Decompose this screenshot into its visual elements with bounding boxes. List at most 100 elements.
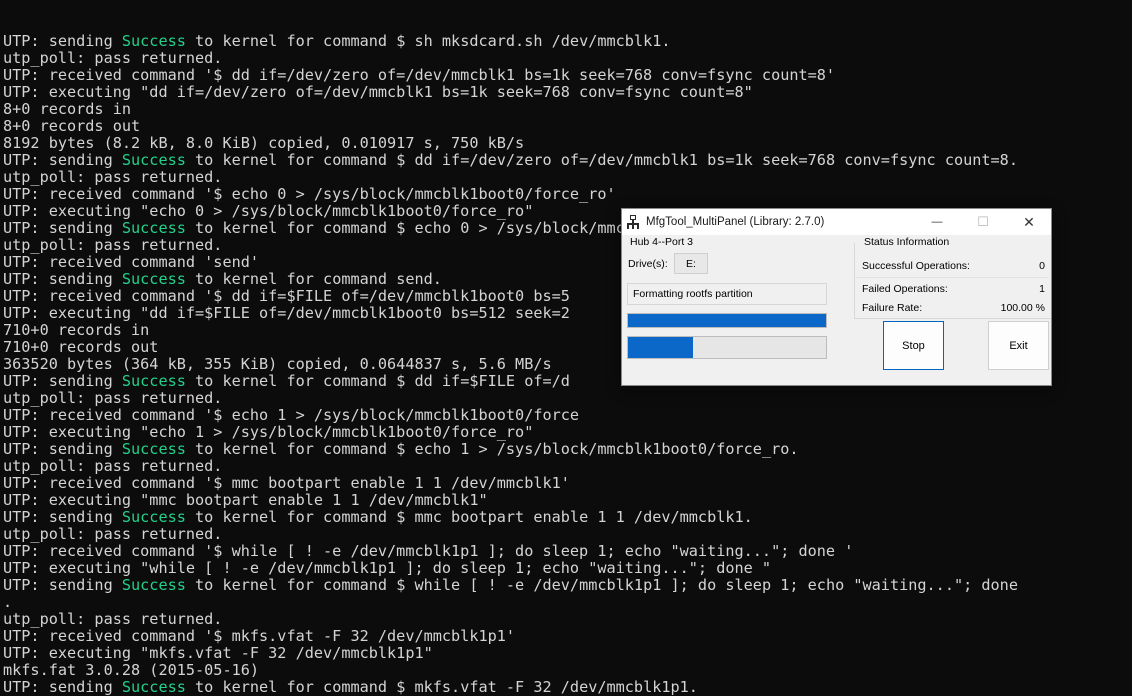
terminal-line: UTP: received command '$ while [ ! -e /d… — [3, 543, 1132, 560]
terminal-text: utp_poll: pass returned. — [3, 168, 223, 186]
terminal-text: UTP: sending — [3, 372, 122, 390]
terminal-line: utp_poll: pass returned. — [3, 50, 1132, 67]
failed-operations-value: 1 — [1039, 283, 1045, 295]
terminal-line: UTP: sending Success to kernel for comma… — [3, 152, 1132, 169]
success-keyword: Success — [121, 576, 186, 594]
hub-port-label: Hub 4--Port 3 — [630, 236, 694, 248]
terminal-line: . — [3, 594, 1132, 611]
terminal-line: UTP: received command '$ dd if=/dev/zero… — [3, 67, 1132, 84]
terminal-text: to kernel for command send. — [185, 270, 442, 288]
terminal-line: UTP: received command '$ echo 1 > /sys/b… — [3, 407, 1132, 424]
terminal-text: utp_poll: pass returned. — [3, 236, 223, 254]
terminal-line: UTP: sending Success to kernel for comma… — [3, 441, 1132, 458]
terminal-text: to kernel for command $ mkfs.vfat -F 32 … — [185, 678, 698, 696]
successful-operations-value: 0 — [1039, 260, 1045, 272]
failure-rate-value: 100.00 % — [1000, 302, 1045, 314]
app-icon — [626, 215, 640, 229]
terminal-line: UTP: sending Success to kernel for comma… — [3, 577, 1132, 594]
exit-button[interactable]: Exit — [988, 321, 1049, 370]
terminal-line: UTP: received command '$ mkfs.vfat -F 32… — [3, 628, 1132, 645]
success-keyword: Success — [121, 440, 186, 458]
terminal-line: utp_poll: pass returned. — [3, 390, 1132, 407]
terminal-text: UTP: received command '$ mkfs.vfat -F 32… — [3, 627, 516, 645]
terminal-line: utp_poll: pass returned. — [3, 611, 1132, 628]
terminal-text: UTP: sending — [3, 678, 122, 696]
terminal-text: UTP: sending — [3, 32, 122, 50]
terminal-line: UTP: sending Success to kernel for comma… — [3, 679, 1132, 696]
terminal-text: 710+0 records out — [3, 338, 159, 356]
successful-operations-label: Successful Operations: — [862, 260, 970, 272]
terminal-line: mkfs.fat 3.0.28 (2015-05-16) — [3, 662, 1132, 679]
terminal-text: utp_poll: pass returned. — [3, 457, 223, 475]
terminal-line: 8+0 records out — [3, 118, 1132, 135]
terminal-text: UTP: sending — [3, 270, 122, 288]
success-keyword: Success — [121, 151, 186, 169]
status-information-label: Status Information — [862, 236, 952, 248]
window-title: MfgTool_MultiPanel (Library: 2.7.0) — [646, 216, 825, 228]
terminal-text: UTP: executing "mkfs.vfat -F 32 /dev/mmc… — [3, 644, 433, 662]
terminal-text: to kernel for command $ dd if=$FILE of=/… — [185, 372, 570, 390]
terminal-text: utp_poll: pass returned. — [3, 389, 223, 407]
terminal-line: UTP: executing "dd if=/dev/zero of=/dev/… — [3, 84, 1132, 101]
terminal-line: utp_poll: pass returned. — [3, 169, 1132, 186]
minimize-icon: — — [931, 216, 943, 228]
terminal-text: mkfs.fat 3.0.28 (2015-05-16) — [3, 661, 260, 679]
minimize-button[interactable]: — — [914, 209, 960, 235]
terminal-line: UTP: executing "mmc bootpart enable 1 1 … — [3, 492, 1132, 509]
terminal-text: to kernel for command $ dd if=/dev/zero … — [185, 151, 1018, 169]
terminal-text: to kernel for command $ echo 1 > /sys/bl… — [185, 440, 799, 458]
title-bar[interactable]: MfgTool_MultiPanel (Library: 2.7.0) — ☐ … — [622, 209, 1051, 235]
terminal-text: UTP: received command 'send' — [3, 253, 260, 271]
terminal-text: UTP: received command '$ while [ ! -e /d… — [3, 542, 854, 560]
success-keyword: Success — [121, 270, 186, 288]
terminal-text: . — [3, 593, 13, 611]
terminal-line: UTP: sending Success to kernel for comma… — [3, 33, 1132, 50]
terminal-text: UTP: received command '$ echo 1 > /sys/b… — [3, 406, 580, 424]
terminal-text: utp_poll: pass returned. — [3, 49, 223, 67]
terminal-line: 8192 bytes (8.2 kB, 8.0 KiB) copied, 0.0… — [3, 135, 1132, 152]
terminal-text: UTP: sending — [3, 219, 122, 237]
terminal-text: 8+0 records out — [3, 117, 141, 135]
terminal-line: UTP: executing "while [ ! -e /dev/mmcblk… — [3, 560, 1132, 577]
close-button[interactable]: ✕ — [1006, 209, 1052, 235]
terminal-text: 8192 bytes (8.2 kB, 8.0 KiB) copied, 0.0… — [3, 134, 525, 152]
maximize-button[interactable]: ☐ — [960, 209, 1006, 235]
terminal-text: UTP: executing "echo 0 > /sys/block/mmcb… — [3, 202, 534, 220]
drives-label: Drive(s): — [628, 258, 668, 270]
port-panel: Hub 4--Port 3 Drive(s): E: Formatting ro… — [622, 235, 838, 385]
terminal-line: utp_poll: pass returned. — [3, 526, 1132, 543]
mfgtool-window: MfgTool_MultiPanel (Library: 2.7.0) — ☐ … — [621, 208, 1052, 386]
successful-operations-row: Successful Operations: 0 — [862, 260, 1045, 272]
terminal-text: UTP: received command '$ dd if=$FILE of=… — [3, 287, 570, 305]
terminal-text: UTP: executing "mmc bootpart enable 1 1 … — [3, 491, 488, 509]
success-keyword: Success — [121, 508, 186, 526]
terminal-text: UTP: executing "dd if=/dev/zero of=/dev/… — [3, 83, 753, 101]
terminal-text: utp_poll: pass returned. — [3, 525, 223, 543]
success-keyword: Success — [121, 32, 186, 50]
failure-rate-label: Failure Rate: — [862, 302, 923, 314]
terminal-line: 8+0 records in — [3, 101, 1132, 118]
terminal-line: UTP: received command '$ echo 0 > /sys/b… — [3, 186, 1132, 203]
terminal-line: utp_poll: pass returned. — [3, 458, 1132, 475]
terminal-text: 710+0 records in — [3, 321, 150, 339]
stat-divider — [856, 277, 1049, 278]
terminal-text: UTP: sending — [3, 440, 122, 458]
terminal-text: UTP: executing "dd if=$FILE of=/dev/mmcb… — [3, 304, 570, 322]
terminal-text: UTP: sending — [3, 151, 122, 169]
terminal-text: UTP: executing "while [ ! -e /dev/mmcblk… — [3, 559, 772, 577]
drive-letter-box: E: — [674, 253, 708, 274]
terminal-text: UTP: received command '$ echo 0 > /sys/b… — [3, 185, 616, 203]
current-progress-bar — [627, 336, 827, 359]
failure-rate-row: Failure Rate: 100.00 % — [862, 302, 1045, 314]
close-icon: ✕ — [1023, 213, 1035, 230]
terminal-text: 363520 bytes (364 kB, 355 KiB) copied, 0… — [3, 355, 552, 373]
stop-button[interactable]: Stop — [883, 321, 944, 370]
terminal-text: UTP: received command '$ dd if=/dev/zero… — [3, 66, 836, 84]
current-progress-fill — [628, 337, 694, 358]
overall-progress-fill — [628, 314, 826, 327]
terminal-text: UTP: sending — [3, 576, 122, 594]
failed-operations-label: Failed Operations: — [862, 283, 948, 295]
terminal-line: UTP: received command '$ mmc bootpart en… — [3, 475, 1132, 492]
terminal-line: UTP: executing "echo 1 > /sys/block/mmcb… — [3, 424, 1132, 441]
success-keyword: Success — [121, 219, 186, 237]
